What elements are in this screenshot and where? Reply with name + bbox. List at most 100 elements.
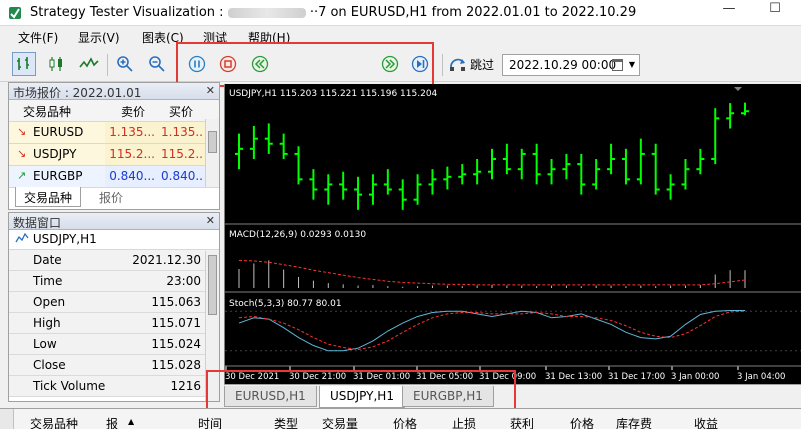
- market-watch-row-eurgbp[interactable]: ↗ EURGBP 0.840... 0.840...: [9, 166, 219, 188]
- terminal-column-type[interactable]: 类型: [274, 415, 298, 429]
- strategy-tester-window: Strategy Tester Visualization : ··7 on E…: [0, 0, 801, 429]
- menu-test[interactable]: 测试: [203, 29, 227, 46]
- time-axis-label: 31 Dec 05:00: [416, 372, 473, 382]
- zoom-out-button[interactable]: [145, 52, 169, 76]
- terminal-column-time[interactable]: 时间: [198, 415, 222, 429]
- data-value: 115.071: [151, 316, 201, 330]
- close-icon[interactable]: ✕: [206, 84, 215, 97]
- terminal-column-symbol[interactable]: 交易品种: [30, 415, 78, 429]
- line-chart-icon: [15, 232, 29, 243]
- data-key: Tick Volume: [33, 379, 106, 393]
- tab-quotes[interactable]: 报价: [91, 187, 131, 207]
- data-key: Time: [33, 274, 63, 288]
- market-watch-title: 市场报价 : 2022.01.01: [13, 86, 142, 100]
- skip-to-button[interactable]: [446, 52, 470, 76]
- menu-file[interactable]: 文件(F): [18, 29, 58, 46]
- calendar-icon[interactable]: [612, 59, 623, 71]
- menu-help[interactable]: 帮助(H): [248, 29, 290, 46]
- skip-to-icon: [450, 58, 465, 71]
- data-key: Date: [33, 253, 62, 267]
- data-row-close: Close 115.028: [9, 355, 219, 376]
- terminal-column-price[interactable]: 价格: [393, 415, 417, 429]
- data-key: Close: [33, 358, 66, 372]
- data-key: Open: [33, 295, 66, 309]
- arrow-down-icon: ↘: [17, 147, 27, 160]
- terminal-column-takeprofit[interactable]: 获利: [510, 415, 534, 429]
- zoom-in-icon: [117, 56, 133, 72]
- data-window-title: 数据窗口: [13, 216, 62, 230]
- candlestick-button[interactable]: [44, 52, 68, 76]
- market-watch-scrollbar[interactable]: [205, 119, 219, 187]
- chart-tab-usdjpy[interactable]: USDJPY,H1: [319, 386, 405, 408]
- terminal-column-stoploss[interactable]: 止损: [452, 415, 476, 429]
- chart-tab-eurusd[interactable]: EURUSD,H1: [224, 386, 317, 407]
- chart-area[interactable]: 30 Dec 2021 30 Dec 21:00 31 Dec 01:00 31 De…: [224, 84, 801, 384]
- skip-to-end-button[interactable]: [408, 52, 432, 76]
- scrollbar-thumb[interactable]: [208, 131, 217, 153]
- data-row-low: Low 115.024: [9, 334, 219, 355]
- terminal-column-current-price[interactable]: 价格: [570, 415, 594, 429]
- pause-button[interactable]: [185, 52, 209, 76]
- terminal-column-profit[interactable]: 收益: [694, 415, 718, 429]
- menu-view[interactable]: 显示(V): [78, 29, 120, 46]
- symbol-name: EURUSD: [33, 125, 84, 139]
- data-row-time: Time 23:00: [9, 271, 219, 292]
- redacted-blur: [227, 7, 306, 18]
- terminal-side-handle[interactable]: [0, 409, 14, 429]
- market-watch-row-eurusd[interactable]: ↘ EURUSD 1.135... 1.135...: [9, 122, 219, 144]
- step-forward-button[interactable]: [378, 52, 402, 76]
- chevron-down-icon[interactable]: ▼: [629, 60, 635, 69]
- chart-tab-eurgbp[interactable]: EURGBP,H1: [402, 386, 494, 407]
- menu-charts[interactable]: 图表(C): [142, 29, 184, 46]
- app-logo-icon: [9, 7, 21, 19]
- column-ask[interactable]: 买价: [169, 103, 193, 120]
- terminal-column-swap[interactable]: 库存费: [616, 415, 652, 429]
- scrollbar-thumb[interactable]: [208, 255, 217, 315]
- price-pane-label: USDJPY,H1 115.203 115.221 115.196 115.20…: [229, 89, 438, 99]
- skip-date-picker[interactable]: 2022.10.29 00:00 ▼: [502, 54, 640, 76]
- terminal-column-order[interactable]: 报: [106, 415, 118, 429]
- time-axis-label: 31 Dec 17:00: [608, 372, 665, 382]
- market-watch-header: 市场报价 : 2022.01.01 ✕: [9, 83, 219, 100]
- market-watch-rows: ↘ EURUSD 1.135... 1.135... ↘ USDJPY 115.2... 11…: [9, 122, 219, 188]
- time-axis-label: 3 Jan 00:00: [671, 372, 719, 382]
- market-watch-panel: 市场报价 : 2022.01.01 ✕ 交易品种 卖价 买价 ↘ EURUSD 1.…: [8, 82, 220, 210]
- market-watch-row-usdjpy[interactable]: ↘ USDJPY 115.2... 115.2...: [9, 144, 219, 166]
- line-chart-button[interactable]: [77, 52, 101, 76]
- step-forward-icon: [381, 55, 399, 73]
- data-window-rows: Date 2021.12.30 Time 23:00 Open 115.063 High 11…: [9, 250, 219, 397]
- window-title: Strategy Tester Visualization : ··7 on E…: [30, 5, 636, 20]
- bar-chart-button[interactable]: [12, 52, 36, 76]
- time-axis-label: 30 Dec 21:00: [289, 372, 346, 382]
- sort-arrow-icon: ▲: [128, 417, 135, 426]
- minimize-button[interactable]: —: [714, 0, 744, 20]
- tab-symbols[interactable]: 交易品种: [15, 187, 82, 207]
- chart-svg[interactable]: 30 Dec 2021 30 Dec 21:00 31 Dec 01:00 31 De…: [225, 84, 801, 384]
- data-window-symbol: USDJPY,H1: [32, 232, 97, 246]
- zoom-in-button[interactable]: [113, 52, 137, 76]
- terminal-column-volume[interactable]: 交易量: [322, 415, 358, 429]
- toolbar-separator: [442, 54, 443, 76]
- maximize-button[interactable]: ☐: [760, 0, 790, 20]
- window-title-tail: ··7 on EURUSD,H1 from 2022.01.01 to 2022…: [309, 5, 637, 20]
- skip-to-end-icon: [411, 55, 429, 73]
- data-value: 23:00: [166, 274, 201, 288]
- data-value: 115.028: [151, 358, 201, 372]
- terminal-panel: 交易品种 报 ▲ 时间 类型 交易量 价格 止损 获利 价格 库存费 收益: [0, 408, 801, 429]
- time-axis-label: 31 Dec 09:00: [479, 372, 536, 382]
- data-window-panel: 数据窗口 ✕ USDJPY,H1 Date 2021.12.30 Time 23:00…: [8, 212, 220, 402]
- stop-button[interactable]: [216, 52, 240, 76]
- data-value: 115.024: [151, 337, 201, 351]
- column-bid[interactable]: 卖价: [121, 103, 145, 120]
- step-back-button[interactable]: [248, 52, 272, 76]
- stoch-pane-label: Stoch(5,3,3) 80.77 80.01: [229, 299, 342, 309]
- close-icon[interactable]: ✕: [206, 214, 215, 227]
- column-symbol[interactable]: 交易品种: [23, 103, 71, 120]
- symbol-name: USDJPY: [33, 147, 77, 161]
- ask-price: 115.2...: [161, 147, 203, 161]
- data-row-tick-volume: Tick Volume 1216: [9, 376, 219, 397]
- time-axis-label: 31 Dec 13:00: [545, 372, 602, 382]
- time-axis-label: 31 Dec 01:00: [353, 372, 410, 382]
- data-window-scrollbar[interactable]: [205, 251, 219, 401]
- toolbar-separator: [107, 54, 108, 76]
